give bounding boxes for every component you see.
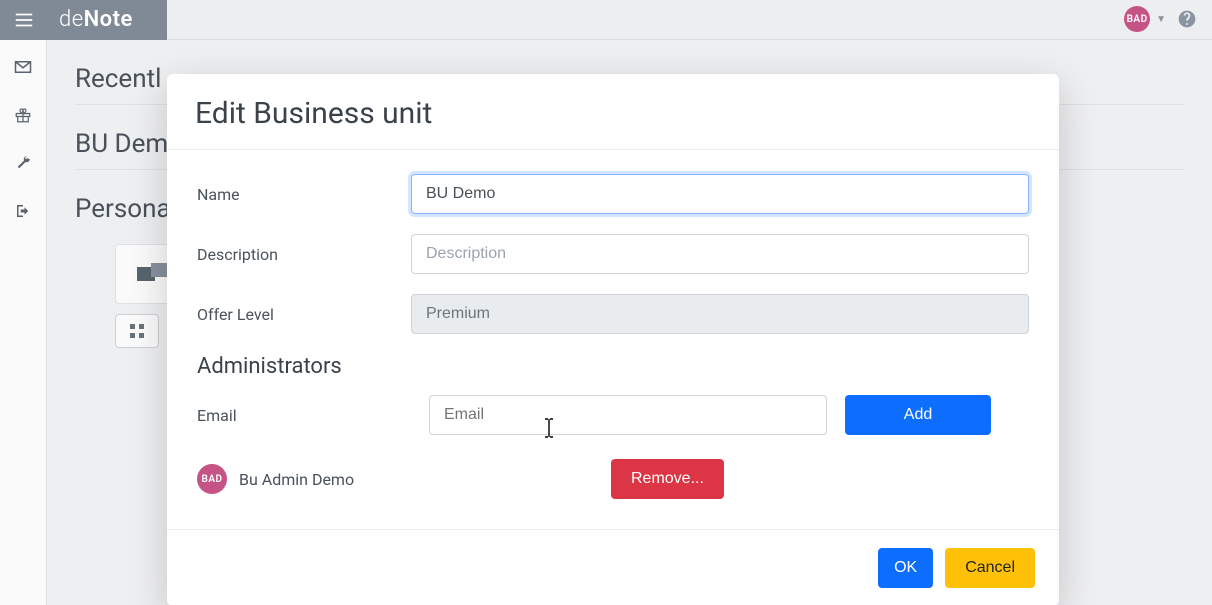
help-button[interactable] [1176,8,1198,30]
brand-prefix: de [59,7,84,32]
brand-logo: deNote [47,0,167,40]
cancel-button[interactable]: Cancel [945,548,1035,588]
help-icon [1177,9,1197,29]
brand-bold: Note [84,7,133,32]
add-button[interactable]: Add [845,395,991,435]
dialog-header: Edit Business unit [167,74,1059,150]
description-label: Description [197,245,411,264]
top-bar: deNote BAD ▼ [0,0,1212,40]
administrators-heading: Administrators [197,354,1029,379]
remove-button[interactable]: Remove... [611,459,724,499]
hamburger-icon [13,9,35,31]
name-input[interactable] [411,174,1029,214]
admin-name: Bu Admin Demo [239,470,599,489]
admin-row: BAD Bu Admin Demo Remove... [197,459,1029,499]
description-input[interactable] [411,234,1029,274]
offer-level-input [411,294,1029,334]
name-label: Name [197,185,411,204]
modal-overlay: Edit Business unit Name Description Offe… [0,40,1212,605]
email-label: Email [197,406,411,425]
caret-down-icon[interactable]: ▼ [1156,14,1166,25]
ok-button[interactable]: OK [878,548,933,588]
menu-toggle-button[interactable] [0,0,47,40]
user-avatar[interactable]: BAD [1124,6,1150,32]
admin-avatar: BAD [197,464,227,494]
dialog-footer: OK Cancel [167,529,1059,605]
dialog-title: Edit Business unit [195,96,1031,131]
email-input[interactable] [429,395,827,435]
edit-business-unit-dialog: Edit Business unit Name Description Offe… [167,74,1059,605]
offer-level-label: Offer Level [197,305,411,324]
